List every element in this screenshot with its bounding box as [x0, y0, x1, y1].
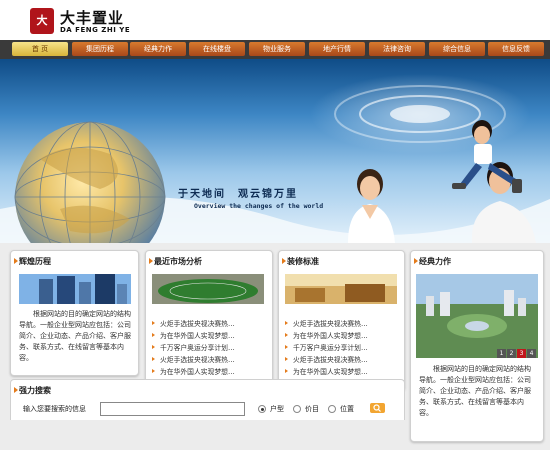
panel-title-works[interactable]: 经典力作 [419, 256, 451, 267]
nav-market[interactable]: 地产行情 [309, 42, 365, 56]
bullet-arrow-icon [152, 333, 155, 337]
banner-slogan-en: Overview the changes of the world [194, 202, 324, 210]
radio-label-price: 价目 [305, 405, 319, 413]
bullet-arrow-icon [285, 321, 288, 325]
works-pager: 1234 [496, 349, 536, 358]
list-item[interactable]: 火炬手选拔央视决赛热… [285, 354, 401, 366]
stadium-photo [152, 274, 264, 304]
main-nav: 首 页 集团历程 经典力作 在线楼盘 物业服务 地产行情 法律咨询 综合信息 信… [0, 40, 550, 59]
banner-artwork [0, 74, 550, 243]
list-item[interactable]: 千万客户奥运分享计划… [152, 342, 268, 354]
brand-name-en: DA FENG ZHI YE [60, 26, 131, 34]
arrow-icon [414, 258, 418, 264]
list-item[interactable]: 为在华外国人实现梦想… [152, 330, 268, 342]
nav-feedback[interactable]: 信息反馈 [488, 42, 544, 56]
hero-banner: 于天地间 观云锦万里 Overview the changes of the w… [0, 59, 550, 243]
list-item[interactable]: 火炬手选拔央视决赛热… [152, 354, 268, 366]
globe-graphic [14, 121, 166, 243]
radio-label-layout: 户型 [270, 405, 284, 413]
bullet-arrow-icon [285, 369, 288, 373]
bullet-arrow-icon [152, 345, 155, 349]
bullet-arrow-icon [152, 369, 155, 373]
pager-page-2[interactable]: 2 [507, 349, 516, 358]
works-text: 根据网站的目的确定网站的结构导航。一般企业型网站应包括：公司简介、企业动态、产品… [419, 365, 531, 417]
bullet-arrow-icon [285, 345, 288, 349]
city-photo [19, 274, 131, 304]
header: 大 大丰置业 DA FENG ZHI YE [0, 0, 550, 40]
list-item[interactable]: 火炬手选拔央视决赛热… [152, 318, 268, 330]
panel-title-search: 强力搜索 [19, 386, 51, 395]
nav-property-service[interactable]: 物业服务 [249, 42, 305, 56]
radio-label-location: 位置 [340, 405, 354, 413]
panel-history: 辉煌历程 根据网站的目的确定网站的结构导航。一般企业型网站应包括：公司简介、企业… [10, 250, 139, 376]
panel-title-decor[interactable]: 装修标准 [287, 256, 319, 267]
radio-layout[interactable] [258, 405, 266, 413]
project-photo [416, 274, 538, 358]
panel-title-history[interactable]: 辉煌历程 [19, 256, 51, 267]
panel-market: 最近市场分析 火炬手选拔央视决赛热… 为在华外国人实现梦想… 千万客户奥运分享计… [145, 250, 273, 391]
nav-history[interactable]: 集团历程 [72, 42, 128, 56]
arrow-icon [282, 258, 286, 264]
nav-info[interactable]: 综合信息 [429, 42, 485, 56]
arrow-icon [149, 258, 153, 264]
bullet-arrow-icon [152, 357, 155, 361]
brand-name[interactable]: 大丰置业 [60, 7, 124, 28]
search-icon [373, 404, 381, 412]
panel-decor: 装修标准 火炬手选拔央视决赛热… 为在华外国人实现梦想… 千万客户奥运分享计划…… [278, 250, 405, 391]
list-item[interactable]: 火炬手选拔央视决赛热… [285, 318, 401, 330]
nav-home[interactable]: 首 页 [12, 42, 68, 56]
arrow-icon [14, 387, 18, 393]
search-input[interactable] [100, 402, 245, 416]
bullet-arrow-icon [285, 357, 288, 361]
content-area: 辉煌历程 根据网站的目的确定网站的结构导航。一般企业型网站应包括：公司简介、企业… [0, 243, 550, 450]
nav-works[interactable]: 经典力作 [130, 42, 186, 56]
market-news-list: 火炬手选拔央视决赛热… 为在华外国人实现梦想… 千万客户奥运分享计划… 火炬手选… [152, 318, 268, 378]
banner-slogan: 于天地间 观云锦万里 [178, 189, 298, 200]
nav-legal[interactable]: 法律咨询 [369, 42, 425, 56]
panel-works: 经典力作 1234 根据网站的目的确定网站的结构导航。一般企业型网站应包括：公司… [410, 250, 544, 442]
pager-page-1[interactable]: 1 [497, 349, 506, 358]
pager-page-4[interactable]: 4 [527, 349, 536, 358]
logo-seal[interactable]: 大 [30, 8, 54, 34]
nav-properties[interactable]: 在线楼盘 [189, 42, 245, 56]
arrow-icon [14, 258, 18, 264]
search-button[interactable] [370, 403, 385, 413]
panel-title-market[interactable]: 最近市场分析 [154, 256, 202, 267]
radio-location[interactable] [328, 405, 336, 413]
history-text: 根据网站的目的确定网站的结构导航。一般企业型网站应包括：公司简介、企业动态、产品… [19, 310, 131, 362]
bullet-arrow-icon [152, 321, 155, 325]
woman-figure [348, 169, 395, 243]
list-item[interactable]: 为在华外国人实现梦想… [285, 330, 401, 342]
bullet-arrow-icon [285, 333, 288, 337]
decor-news-list: 火炬手选拔央视决赛热… 为在华外国人实现梦想… 千万客户奥运分享计划… 火炬手选… [285, 318, 401, 378]
pager-page-3[interactable]: 3 [517, 349, 526, 358]
list-item[interactable]: 千万客户奥运分享计划… [285, 342, 401, 354]
interior-photo [285, 274, 397, 304]
search-label: 输入您要搜索的信息 [23, 405, 86, 413]
list-item[interactable]: 为在华外国人实现梦想… [152, 366, 268, 378]
radio-price[interactable] [293, 405, 301, 413]
list-item[interactable]: 为在华外国人实现梦想… [285, 366, 401, 378]
